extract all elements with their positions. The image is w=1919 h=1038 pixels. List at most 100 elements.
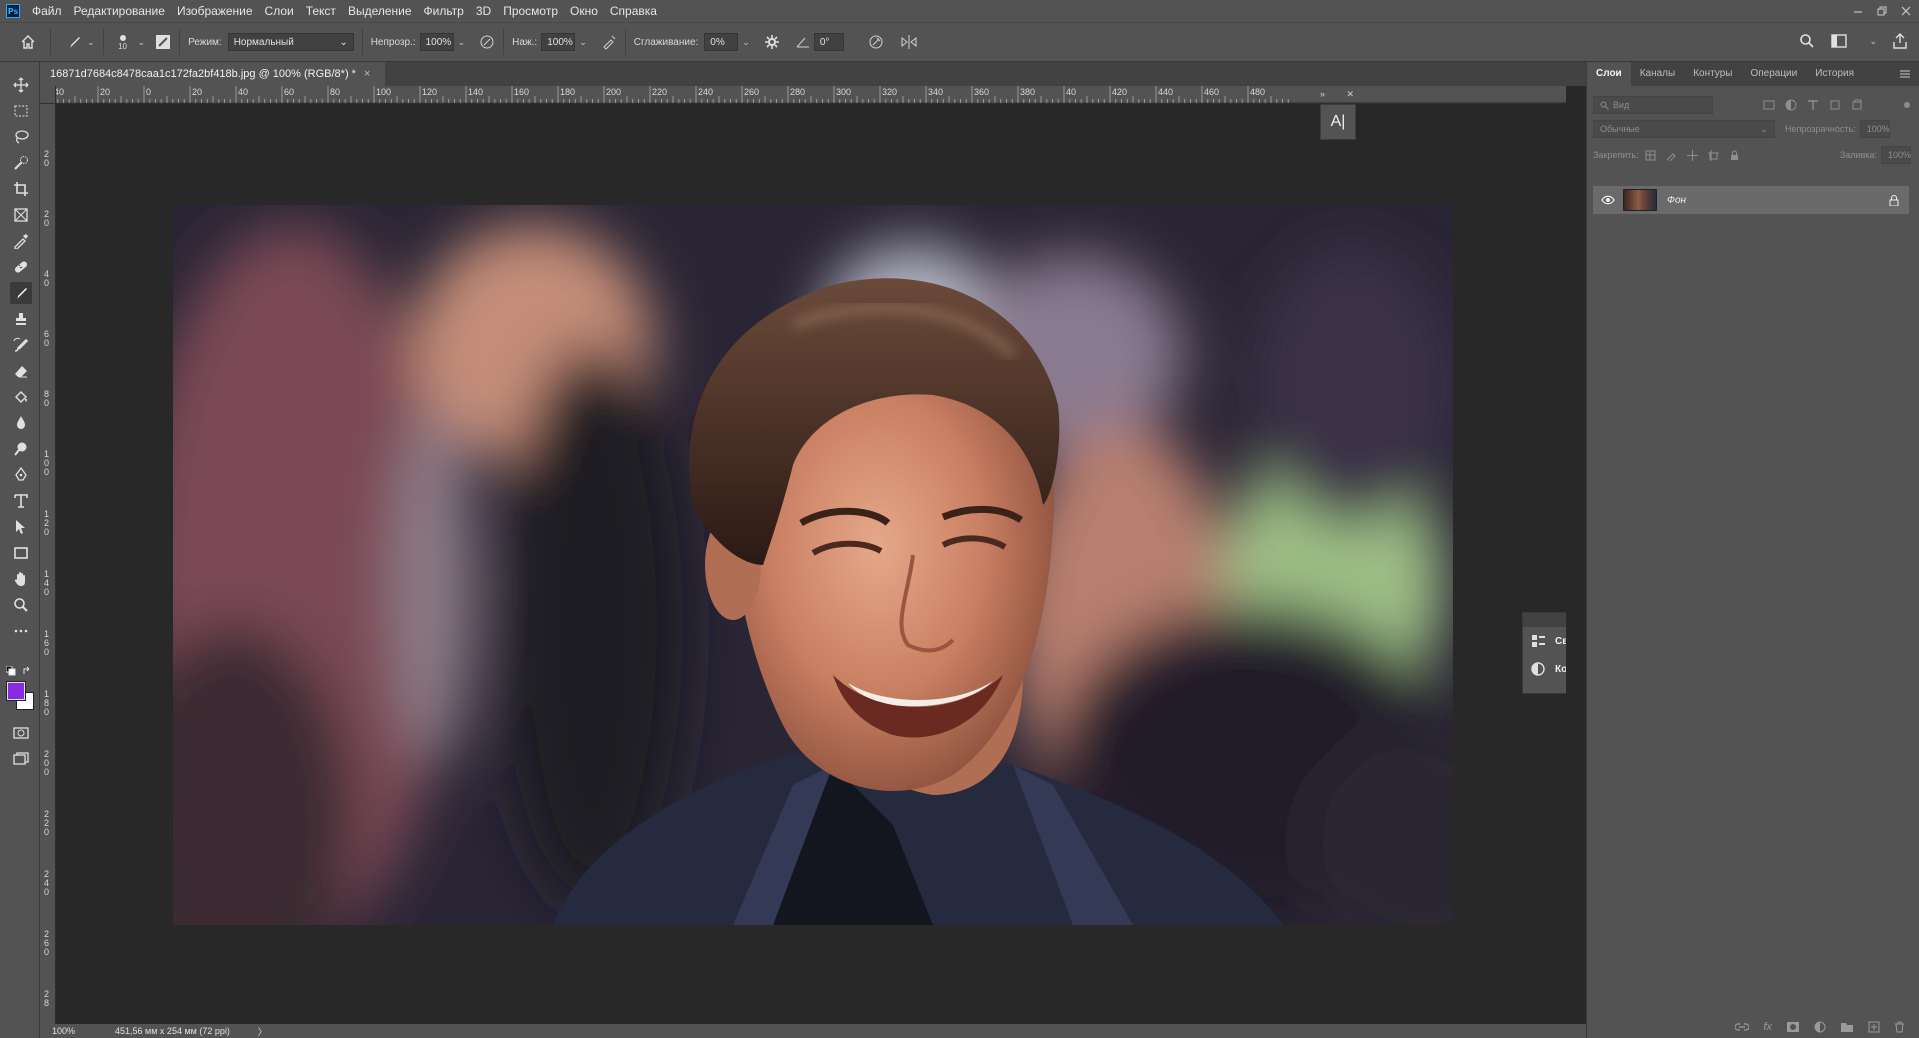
smoothing-input[interactable]: 0% [704, 33, 739, 51]
lasso-tool-icon[interactable] [10, 126, 32, 148]
tab-layers[interactable]: Слои [1587, 62, 1631, 86]
clone-stamp-tool-icon[interactable] [10, 308, 32, 330]
layer-opacity-input[interactable]: 100% [1859, 120, 1890, 138]
airbrush-icon[interactable] [601, 34, 617, 50]
healing-brush-tool-icon[interactable] [10, 256, 32, 278]
home-icon[interactable] [20, 34, 36, 50]
menu-file[interactable]: Файл [26, 0, 68, 22]
menu-image[interactable]: Изображение [171, 0, 259, 22]
panel-menu-icon[interactable] [1899, 69, 1911, 79]
chevron-down-icon[interactable]: ⌄ [138, 37, 146, 48]
search-icon[interactable] [1799, 33, 1815, 49]
swap-colors-icon[interactable] [22, 666, 32, 676]
filter-toggle-icon[interactable] [1903, 101, 1911, 109]
symmetry-icon[interactable] [900, 34, 918, 50]
brush-panel-icon[interactable] [155, 34, 171, 50]
path-selection-tool-icon[interactable] [10, 516, 32, 538]
zoom-level[interactable]: 100% [52, 1026, 75, 1036]
chevron-down-icon[interactable]: ⌄ [87, 37, 95, 48]
close-tab-icon[interactable]: × [364, 68, 370, 80]
new-group-icon[interactable] [1840, 1021, 1854, 1033]
share-icon[interactable] [1893, 33, 1907, 49]
layer-lock-icon[interactable] [1889, 194, 1899, 206]
brush-tool-preset-icon[interactable] [65, 33, 83, 51]
eraser-tool-icon[interactable] [10, 360, 32, 382]
default-colors-icon[interactable] [6, 666, 16, 676]
frame-tool-icon[interactable] [10, 204, 32, 226]
lock-artboard-icon[interactable] [1707, 149, 1719, 161]
eyedropper-tool-icon[interactable] [10, 230, 32, 252]
tab-history[interactable]: История [1806, 62, 1863, 86]
chevron-down-icon[interactable]: ⌄ [579, 37, 587, 48]
chevron-down-icon[interactable]: ⌄ [742, 37, 750, 48]
link-layers-icon[interactable] [1735, 1022, 1750, 1032]
filter-smart-object-icon[interactable] [1851, 99, 1863, 111]
move-tool-icon[interactable] [10, 74, 32, 96]
layer-row-background[interactable]: Фон [1593, 186, 1909, 214]
menu-filter[interactable]: Фильтр [418, 0, 470, 22]
menu-layers[interactable]: Слои [259, 0, 300, 22]
history-brush-tool-icon[interactable] [10, 334, 32, 356]
menu-text[interactable]: Текст [300, 0, 342, 22]
menu-3d[interactable]: 3D [470, 0, 497, 22]
lock-pixels-icon[interactable] [1666, 150, 1677, 161]
add-mask-icon[interactable] [1786, 1021, 1800, 1033]
more-tools-icon[interactable] [10, 620, 32, 642]
hand-tool-icon[interactable] [10, 568, 32, 590]
chevron-down-icon[interactable]: ⌄ [458, 37, 466, 48]
chevron-down-icon[interactable]: ⌄ [1869, 36, 1877, 47]
menu-select[interactable]: Выделение [342, 0, 418, 22]
brush-tool-icon[interactable] [10, 282, 32, 304]
collapse-panel-icon[interactable]: » [1320, 89, 1325, 99]
screen-mode-icon[interactable] [10, 748, 32, 770]
restore-icon[interactable] [1877, 6, 1887, 16]
minimize-icon[interactable] [1853, 6, 1863, 16]
document-tab[interactable]: 16871d7684c8478caa1c172fa2bf418b.jpg @ 1… [40, 62, 385, 86]
marquee-tool-icon[interactable] [10, 100, 32, 122]
lock-position-icon[interactable] [1686, 149, 1698, 161]
gear-icon[interactable] [764, 34, 780, 50]
close-panel-icon[interactable]: ✕ [1346, 89, 1354, 100]
tab-paths[interactable]: Контуры [1684, 62, 1741, 86]
workspace-icon[interactable] [1831, 33, 1849, 49]
paint-bucket-tool-icon[interactable] [10, 386, 32, 408]
crop-tool-icon[interactable] [10, 178, 32, 200]
zoom-tool-icon[interactable] [10, 594, 32, 616]
layer-filter-search[interactable]: Вид [1593, 96, 1713, 114]
angle-input[interactable]: 0° [813, 33, 844, 51]
delete-layer-icon[interactable] [1894, 1021, 1905, 1033]
lock-transparent-icon[interactable] [1645, 150, 1656, 161]
pressure-input[interactable]: 100% [541, 33, 576, 51]
visibility-eye-icon[interactable] [1601, 195, 1615, 205]
type-tool-icon[interactable] [10, 490, 32, 512]
menu-help[interactable]: Справка [604, 0, 663, 22]
menu-window[interactable]: Окно [564, 0, 604, 22]
quick-mask-icon[interactable] [10, 722, 32, 744]
filter-shape-icon[interactable] [1829, 99, 1841, 111]
blend-mode-select[interactable]: Обычные ⌄ [1593, 120, 1775, 138]
mode-select[interactable]: Нормальный ⌄ [227, 33, 354, 51]
rectangle-tool-icon[interactable] [10, 542, 32, 564]
dodge-tool-icon[interactable] [10, 438, 32, 460]
tab-channels[interactable]: Каналы [1631, 62, 1685, 86]
foreground-color-swatch[interactable] [6, 681, 26, 701]
pen-tool-icon[interactable] [10, 464, 32, 486]
filter-type-icon[interactable] [1807, 99, 1819, 111]
status-menu-arrow[interactable]: 〉 [258, 1025, 267, 1038]
menu-view[interactable]: Просмотр [497, 0, 564, 22]
opacity-input[interactable]: 100% [419, 33, 454, 51]
blur-tool-icon[interactable] [10, 412, 32, 434]
fill-input[interactable]: 100% [1881, 146, 1911, 164]
close-window-icon[interactable] [1901, 6, 1911, 16]
lock-all-icon[interactable] [1729, 150, 1740, 161]
menu-edit[interactable]: Редактирование [68, 0, 171, 22]
tab-actions[interactable]: Операции [1741, 62, 1806, 86]
new-adjustment-layer-icon[interactable] [1814, 1021, 1826, 1033]
canvas-area[interactable]: » ✕ Свойства Коррекц... [56, 104, 1624, 1024]
filter-adjustment-icon[interactable] [1785, 99, 1797, 111]
brush-size-picker[interactable]: 10 [112, 34, 134, 51]
document-photo[interactable] [173, 205, 1453, 925]
quick-selection-tool-icon[interactable] [10, 152, 32, 174]
pen-pressure-size-icon[interactable] [868, 34, 884, 50]
fx-icon[interactable]: fx [1763, 1021, 1772, 1033]
